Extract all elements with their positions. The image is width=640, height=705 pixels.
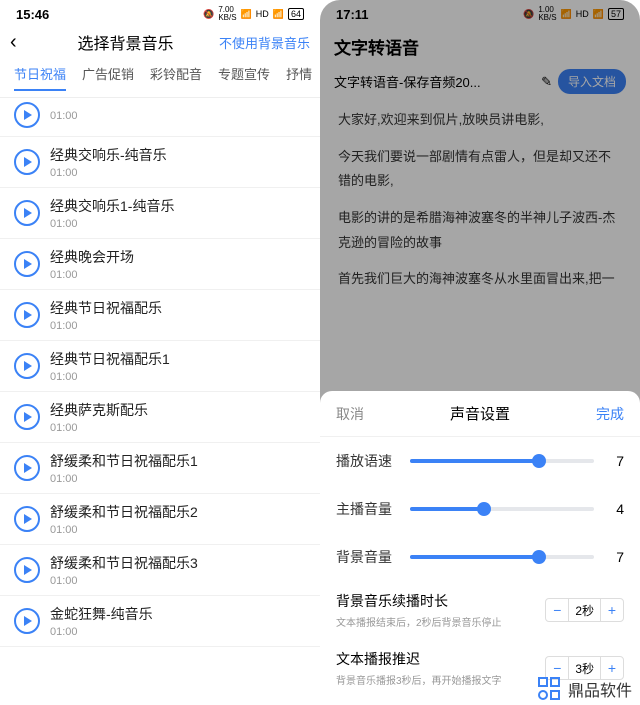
- battery-icon: 64: [288, 8, 304, 20]
- setting-row: 背景音乐续播时长 文本播报结束后，2秒后背景音乐停止 − 2秒 +: [320, 581, 640, 639]
- music-item[interactable]: 舒缓柔和节日祝福配乐2 01:00: [0, 494, 320, 545]
- track-duration: 01:00: [50, 320, 162, 332]
- stepper: − 2秒 +: [545, 598, 624, 622]
- slider-label: 背景音量: [336, 547, 398, 567]
- track-duration: 01:00: [50, 473, 198, 485]
- slider[interactable]: [410, 555, 594, 559]
- watermark: 鼎品软件: [538, 677, 632, 701]
- sound-settings-sheet: 取消 声音设置 完成 播放语速 7 主播音量 4 背景音量 7 背景音乐续播时长…: [320, 391, 640, 705]
- plus-button[interactable]: +: [601, 657, 623, 679]
- play-icon[interactable]: [14, 608, 40, 634]
- left-phone: 15:46 🔕 7.00KB/S 📶 HD 📶 64 ‹ 选择背景音乐 不使用背…: [0, 0, 320, 705]
- track-title: 经典交响乐-纯音乐: [50, 145, 167, 165]
- track-title: 经典晚会开场: [50, 247, 134, 267]
- tab-0[interactable]: 节日祝福: [14, 64, 66, 91]
- sheet-header: 取消 声音设置 完成: [320, 391, 640, 437]
- play-icon[interactable]: [14, 302, 40, 328]
- play-icon[interactable]: [14, 455, 40, 481]
- status-time: 15:46: [16, 7, 49, 22]
- tab-2[interactable]: 彩铃配音: [150, 64, 202, 91]
- music-item[interactable]: 经典交响乐1-纯音乐 01:00: [0, 188, 320, 239]
- track-duration: 01:00: [50, 575, 198, 587]
- track-duration: 01:00: [50, 371, 170, 383]
- back-icon[interactable]: ‹: [10, 31, 32, 54]
- slider-value: 7: [606, 549, 624, 565]
- slider-row: 背景音量 7: [320, 533, 640, 581]
- watermark-logo-icon: [538, 677, 562, 701]
- track-title: 经典交响乐1-纯音乐: [50, 196, 174, 216]
- sheet-title: 声音设置: [450, 403, 510, 424]
- track-duration: 01:00: [50, 269, 134, 281]
- slider-value: 4: [606, 501, 624, 517]
- track-title: 经典节日祝福配乐1: [50, 349, 170, 369]
- slider-label: 主播音量: [336, 499, 398, 519]
- play-icon[interactable]: [14, 557, 40, 583]
- minus-button[interactable]: −: [546, 657, 568, 679]
- track-title: 金蛇狂舞-纯音乐: [50, 604, 153, 624]
- track-duration: 01:00: [50, 626, 153, 638]
- track-title: 舒缓柔和节日祝福配乐1: [50, 451, 198, 471]
- setting-title: 文本播报推迟: [336, 649, 535, 669]
- slider[interactable]: [410, 507, 594, 511]
- play-icon[interactable]: [14, 506, 40, 532]
- music-item[interactable]: 01:00: [0, 98, 320, 137]
- no-music-button[interactable]: 不使用背景音乐: [219, 33, 310, 52]
- music-list[interactable]: 01:00 经典交响乐-纯音乐 01:00 经典交响乐1-纯音乐 01:00 经…: [0, 98, 320, 705]
- slider-value: 7: [606, 453, 624, 469]
- slider[interactable]: [410, 459, 594, 463]
- slider-row: 播放语速 7: [320, 437, 640, 485]
- play-icon[interactable]: [14, 102, 40, 128]
- mute-icon: 🔕: [203, 9, 214, 20]
- stepper-value: 3秒: [568, 657, 601, 679]
- category-tabs: 节日祝福广告促销彩铃配音专题宣传抒情: [0, 64, 320, 98]
- music-item[interactable]: 金蛇狂舞-纯音乐 01:00: [0, 596, 320, 647]
- setting-desc: 文本播报结束后，2秒后背景音乐停止: [336, 614, 535, 629]
- music-item[interactable]: 舒缓柔和节日祝福配乐3 01:00: [0, 545, 320, 596]
- play-icon[interactable]: [14, 251, 40, 277]
- setting-title: 背景音乐续播时长: [336, 591, 535, 611]
- setting-desc: 背景音乐播报3秒后，再开始播报文字: [336, 672, 535, 687]
- stepper-value: 2秒: [568, 599, 601, 621]
- done-button[interactable]: 完成: [596, 404, 624, 424]
- watermark-text: 鼎品软件: [568, 677, 632, 701]
- cancel-button[interactable]: 取消: [336, 404, 364, 424]
- page-title: 选择背景音乐: [32, 30, 219, 54]
- play-icon[interactable]: [14, 353, 40, 379]
- music-item[interactable]: 经典交响乐-纯音乐 01:00: [0, 137, 320, 188]
- signal-icon: 📶: [273, 9, 284, 20]
- music-item[interactable]: 舒缓柔和节日祝福配乐1 01:00: [0, 443, 320, 494]
- music-item[interactable]: 经典节日祝福配乐 01:00: [0, 290, 320, 341]
- track-title: 舒缓柔和节日祝福配乐2: [50, 502, 198, 522]
- track-title: 经典萨克斯配乐: [50, 400, 148, 420]
- minus-button[interactable]: −: [546, 599, 568, 621]
- track-duration: 01:00: [50, 218, 174, 230]
- track-title: 经典节日祝福配乐: [50, 298, 162, 318]
- track-duration: 01:00: [50, 110, 78, 122]
- page-header: ‹ 选择背景音乐 不使用背景音乐: [0, 24, 320, 64]
- track-duration: 01:00: [50, 167, 167, 179]
- status-bar: 15:46 🔕 7.00KB/S 📶 HD 📶 64: [0, 0, 320, 24]
- tab-4[interactable]: 抒情: [286, 64, 312, 91]
- wifi-icon: 📶: [241, 9, 252, 20]
- tab-1[interactable]: 广告促销: [82, 64, 134, 91]
- slider-label: 播放语速: [336, 451, 398, 471]
- play-icon[interactable]: [14, 404, 40, 430]
- track-title: 舒缓柔和节日祝福配乐3: [50, 553, 198, 573]
- status-icons: 🔕 7.00KB/S 📶 HD 📶 64: [203, 6, 304, 22]
- track-duration: 01:00: [50, 524, 198, 536]
- play-icon[interactable]: [14, 149, 40, 175]
- music-item[interactable]: 经典萨克斯配乐 01:00: [0, 392, 320, 443]
- right-phone: 17:11 🔕 1.00KB/S 📶 HD 📶 57 文字转语音 文字转语音-保…: [320, 0, 640, 705]
- music-item[interactable]: 经典晚会开场 01:00: [0, 239, 320, 290]
- slider-row: 主播音量 4: [320, 485, 640, 533]
- plus-button[interactable]: +: [601, 599, 623, 621]
- tab-3[interactable]: 专题宣传: [218, 64, 270, 91]
- track-duration: 01:00: [50, 422, 148, 434]
- play-icon[interactable]: [14, 200, 40, 226]
- music-item[interactable]: 经典节日祝福配乐1 01:00: [0, 341, 320, 392]
